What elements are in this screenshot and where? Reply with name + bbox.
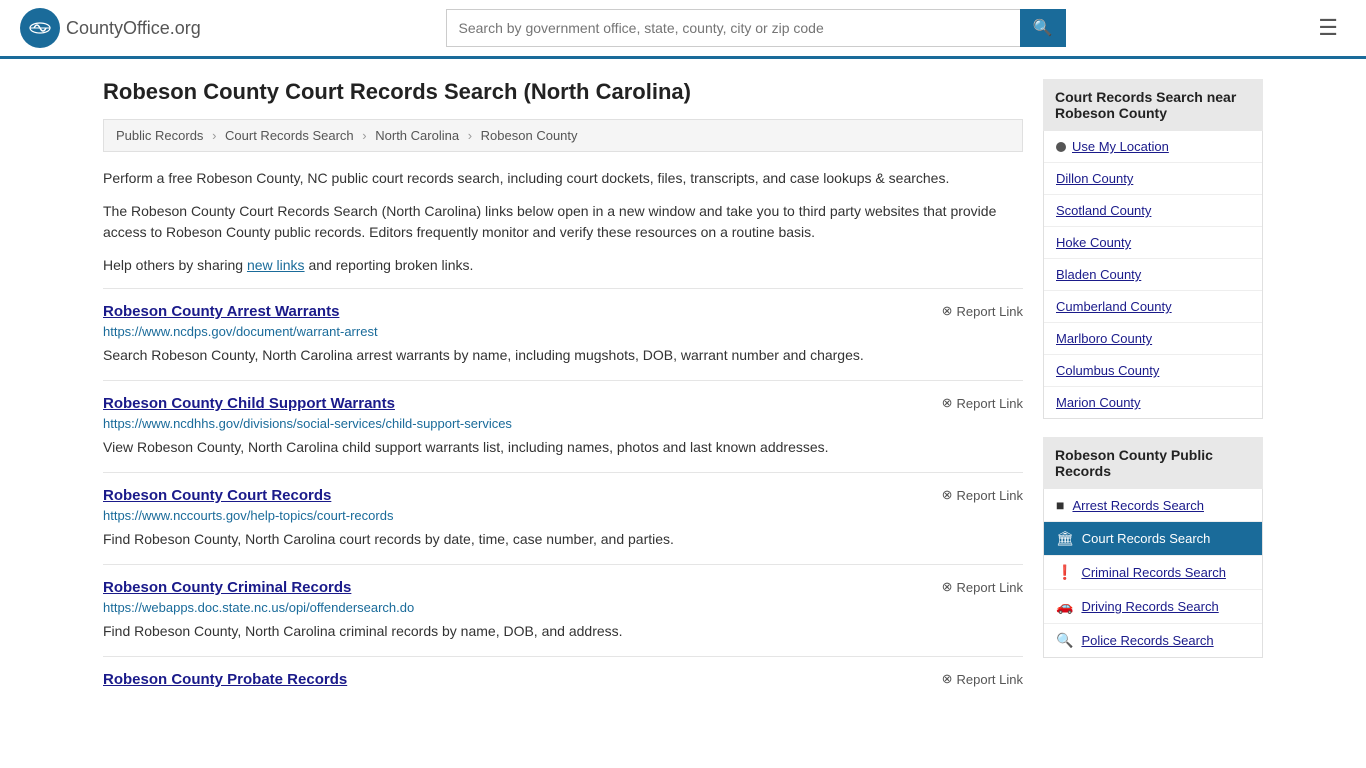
logo-icon [20, 8, 60, 48]
description-para-2: The Robeson County Court Records Search … [103, 201, 1023, 243]
police-icon: 🔍 [1056, 632, 1073, 649]
report-link-button[interactable]: ⊗ Report Link [942, 487, 1023, 503]
marlboro-county-link[interactable]: Marlboro County [1056, 331, 1152, 346]
header: CountyOffice.org 🔍 ☰ [0, 0, 1366, 59]
result-title[interactable]: Robeson County Court Records [103, 487, 331, 504]
court-icon: 🏛 [1056, 530, 1074, 547]
result-title[interactable]: Robeson County Criminal Records [103, 579, 351, 596]
sidebar-item-marion[interactable]: Marion County [1044, 387, 1262, 418]
sidebar-item-cumberland[interactable]: Cumberland County [1044, 291, 1262, 323]
result-header: Robeson County Probate Records ⊗ Report … [103, 671, 1023, 688]
result-desc: Search Robeson County, North Carolina ar… [103, 345, 1023, 366]
report-link-button[interactable]: ⊗ Report Link [942, 395, 1023, 411]
main-layout: Robeson County Court Records Search (Nor… [83, 59, 1283, 726]
result-title[interactable]: Robeson County Arrest Warrants [103, 303, 339, 320]
hoke-county-link[interactable]: Hoke County [1056, 235, 1131, 250]
search-input[interactable] [446, 9, 1020, 47]
result-header: Robeson County Criminal Records ⊗ Report… [103, 579, 1023, 596]
sidebar-use-location[interactable]: Use My Location [1044, 131, 1262, 163]
result-header: Robeson County Arrest Warrants ⊗ Report … [103, 303, 1023, 320]
result-url[interactable]: https://www.nccourts.gov/help-topics/cou… [103, 508, 1023, 523]
sidebar-public-records-title: Robeson County Public Records [1043, 437, 1263, 489]
result-item: Robeson County Arrest Warrants ⊗ Report … [103, 288, 1023, 380]
pub-rec-police[interactable]: 🔍 Police Records Search [1044, 624, 1262, 657]
results-list: Robeson County Arrest Warrants ⊗ Report … [103, 288, 1023, 706]
result-title[interactable]: Robeson County Probate Records [103, 671, 347, 688]
sidebar-item-dillon[interactable]: Dillon County [1044, 163, 1262, 195]
criminal-icon: ❗ [1056, 564, 1073, 581]
dillon-county-link[interactable]: Dillon County [1056, 171, 1133, 186]
result-url[interactable]: https://www.ncdps.gov/document/warrant-a… [103, 324, 1023, 339]
driving-icon: 🚗 [1056, 598, 1073, 615]
report-link-button[interactable]: ⊗ Report Link [942, 579, 1023, 595]
description-para-1: Perform a free Robeson County, NC public… [103, 168, 1023, 189]
use-my-location-link[interactable]: Use My Location [1072, 139, 1169, 154]
result-desc: Find Robeson County, North Carolina cour… [103, 529, 1023, 550]
main-content: Robeson County Court Records Search (Nor… [103, 79, 1023, 706]
pub-rec-driving[interactable]: 🚗 Driving Records Search [1044, 590, 1262, 624]
search-area: 🔍 [446, 9, 1066, 47]
para3-suffix: and reporting broken links. [305, 257, 474, 273]
result-item: Robeson County Probate Records ⊗ Report … [103, 656, 1023, 706]
arrest-records-link[interactable]: Arrest Records Search [1072, 498, 1204, 513]
breadcrumb-sep-1: › [212, 128, 216, 143]
sidebar-item-scotland[interactable]: Scotland County [1044, 195, 1262, 227]
search-button[interactable]: 🔍 [1020, 9, 1066, 47]
public-records-list: ■ Arrest Records Search 🏛 Court Records … [1043, 489, 1263, 658]
police-records-link[interactable]: Police Records Search [1081, 633, 1213, 648]
breadcrumb: Public Records › Court Records Search › … [103, 119, 1023, 152]
breadcrumb-north-carolina[interactable]: North Carolina [375, 128, 459, 143]
breadcrumb-sep-2: › [362, 128, 366, 143]
pub-rec-court[interactable]: 🏛 Court Records Search [1044, 522, 1262, 556]
result-header: Robeson County Court Records ⊗ Report Li… [103, 487, 1023, 504]
para3-prefix: Help others by sharing [103, 257, 247, 273]
driving-records-link[interactable]: Driving Records Search [1081, 599, 1218, 614]
scotland-county-link[interactable]: Scotland County [1056, 203, 1151, 218]
sidebar-item-bladen[interactable]: Bladen County [1044, 259, 1262, 291]
result-desc: View Robeson County, North Carolina chil… [103, 437, 1023, 458]
menu-button[interactable]: ☰ [1310, 11, 1346, 45]
bladen-county-link[interactable]: Bladen County [1056, 267, 1141, 282]
result-url[interactable]: https://www.ncdhhs.gov/divisions/social-… [103, 416, 1023, 431]
breadcrumb-robeson-county[interactable]: Robeson County [481, 128, 578, 143]
location-dot-icon [1056, 142, 1066, 152]
cumberland-county-link[interactable]: Cumberland County [1056, 299, 1172, 314]
sidebar-item-hoke[interactable]: Hoke County [1044, 227, 1262, 259]
marion-county-link[interactable]: Marion County [1056, 395, 1141, 410]
breadcrumb-sep-3: › [468, 128, 472, 143]
result-header: Robeson County Child Support Warrants ⊗ … [103, 395, 1023, 412]
sidebar-item-marlboro[interactable]: Marlboro County [1044, 323, 1262, 355]
sidebar: Court Records Search near Robeson County… [1043, 79, 1263, 706]
court-records-link[interactable]: Court Records Search [1082, 531, 1211, 546]
description-para-3: Help others by sharing new links and rep… [103, 255, 1023, 276]
result-item: Robeson County Child Support Warrants ⊗ … [103, 380, 1023, 472]
sidebar-item-columbus[interactable]: Columbus County [1044, 355, 1262, 387]
page-title: Robeson County Court Records Search (Nor… [103, 79, 1023, 105]
arrest-icon: ■ [1056, 497, 1064, 513]
result-url[interactable]: https://webapps.doc.state.nc.us/opi/offe… [103, 600, 1023, 615]
report-link-button[interactable]: ⊗ Report Link [942, 303, 1023, 319]
logo-suffix-text: .org [170, 18, 201, 38]
result-desc: Find Robeson County, North Carolina crim… [103, 621, 1023, 642]
result-item: Robeson County Court Records ⊗ Report Li… [103, 472, 1023, 564]
breadcrumb-court-records[interactable]: Court Records Search [225, 128, 354, 143]
pub-rec-arrest[interactable]: ■ Arrest Records Search [1044, 489, 1262, 522]
new-links-link[interactable]: new links [247, 257, 305, 273]
breadcrumb-public-records[interactable]: Public Records [116, 128, 203, 143]
report-link-button[interactable]: ⊗ Report Link [942, 671, 1023, 687]
result-item: Robeson County Criminal Records ⊗ Report… [103, 564, 1023, 656]
logo-area: CountyOffice.org [20, 8, 201, 48]
sidebar-nearby-title: Court Records Search near Robeson County [1043, 79, 1263, 131]
sidebar-nearby-list: Use My Location Dillon County Scotland C… [1043, 131, 1263, 419]
columbus-county-link[interactable]: Columbus County [1056, 363, 1159, 378]
logo-name-text: CountyOffice [66, 18, 170, 38]
criminal-records-link[interactable]: Criminal Records Search [1081, 565, 1226, 580]
logo-text: CountyOffice.org [66, 18, 201, 39]
result-title[interactable]: Robeson County Child Support Warrants [103, 395, 395, 412]
pub-rec-criminal[interactable]: ❗ Criminal Records Search [1044, 556, 1262, 590]
